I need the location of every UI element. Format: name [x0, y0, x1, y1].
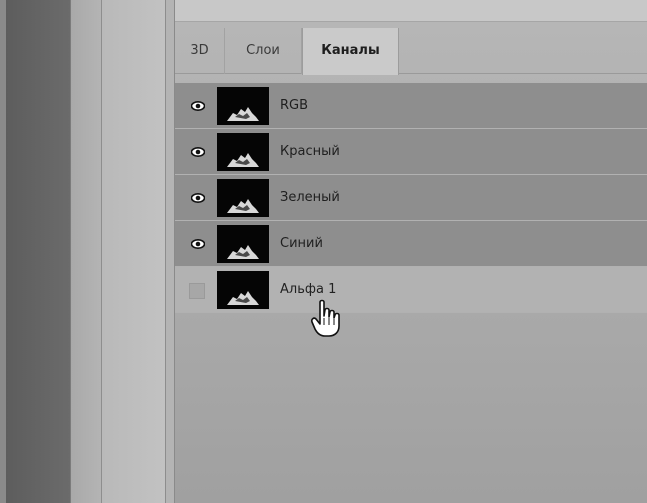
channel-row-green[interactable]: Зеленый [175, 175, 647, 221]
channel-thumbnail [217, 87, 269, 125]
channel-row-rgb[interactable]: RGB [175, 83, 647, 129]
channel-name: Синий [280, 236, 323, 251]
channel-thumbnail [217, 133, 269, 171]
tab-channels[interactable]: Каналы [302, 28, 399, 75]
panel-divider[interactable] [166, 0, 175, 503]
tool-panel-column [102, 0, 166, 503]
channel-name: Красный [280, 144, 340, 159]
channel-list: RGB Красный Зеленый Синий Альфа 1 [175, 83, 647, 313]
channel-thumbnail [217, 179, 269, 217]
channel-row-blue[interactable]: Синий [175, 221, 647, 267]
tab-layers[interactable]: Слои [225, 28, 302, 74]
channel-name: RGB [280, 98, 309, 113]
side-panel-column [70, 0, 102, 503]
panel-tabs: 3D Слои Каналы [175, 28, 647, 75]
workspace-background [6, 0, 70, 503]
channel-name: Зеленый [280, 190, 340, 205]
tab-3d[interactable]: 3D [175, 28, 225, 74]
eye-icon[interactable] [191, 145, 205, 159]
channel-thumbnail [217, 225, 269, 263]
hand-pointer-icon [311, 299, 340, 337]
channel-row-alpha-1[interactable]: Альфа 1 [175, 267, 647, 313]
visibility-checkbox[interactable] [189, 283, 205, 299]
eye-icon[interactable] [191, 191, 205, 205]
channels-panel: 3D Слои Каналы RGB Красный Зеленый Синий… [175, 22, 647, 503]
channel-row-red[interactable]: Красный [175, 129, 647, 175]
panel-top-bar [175, 0, 647, 22]
eye-icon[interactable] [191, 99, 205, 113]
eye-icon[interactable] [191, 237, 205, 251]
channel-thumbnail [217, 271, 269, 309]
